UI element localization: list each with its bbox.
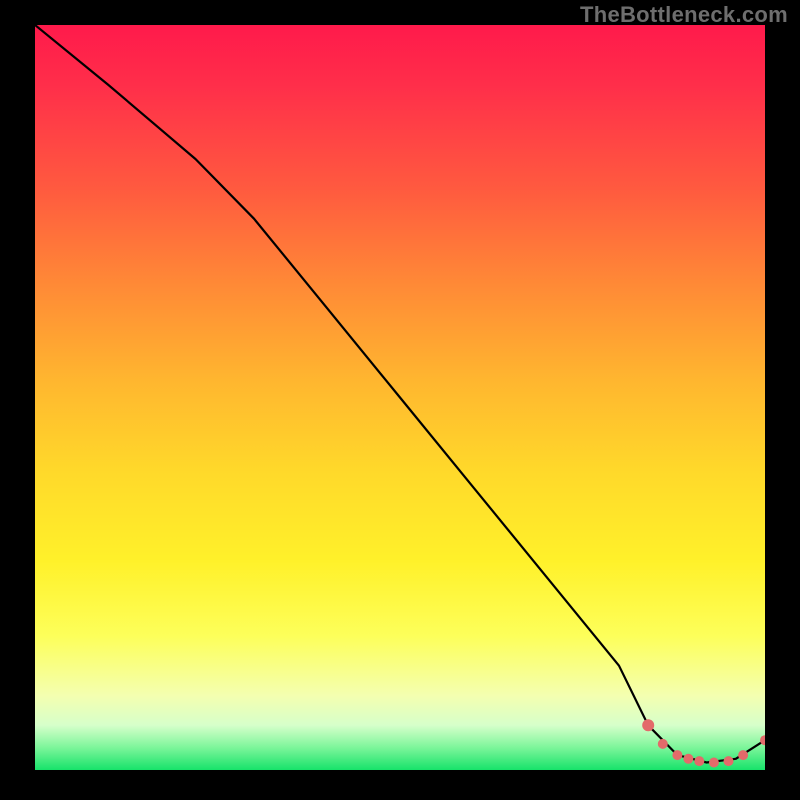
- main-curve-line: [35, 25, 765, 763]
- marker-point: [683, 754, 693, 764]
- marker-point: [724, 756, 734, 766]
- marker-point: [672, 750, 682, 760]
- chart-container: TheBottleneck.com: [0, 0, 800, 800]
- marker-group: [642, 719, 765, 767]
- marker-point: [709, 758, 719, 768]
- watermark-text: TheBottleneck.com: [580, 2, 788, 28]
- marker-point: [642, 719, 654, 731]
- marker-point: [694, 756, 704, 766]
- plot-area: [35, 25, 765, 770]
- marker-point: [738, 750, 748, 760]
- marker-point: [658, 739, 668, 749]
- chart-overlay-svg: [35, 25, 765, 770]
